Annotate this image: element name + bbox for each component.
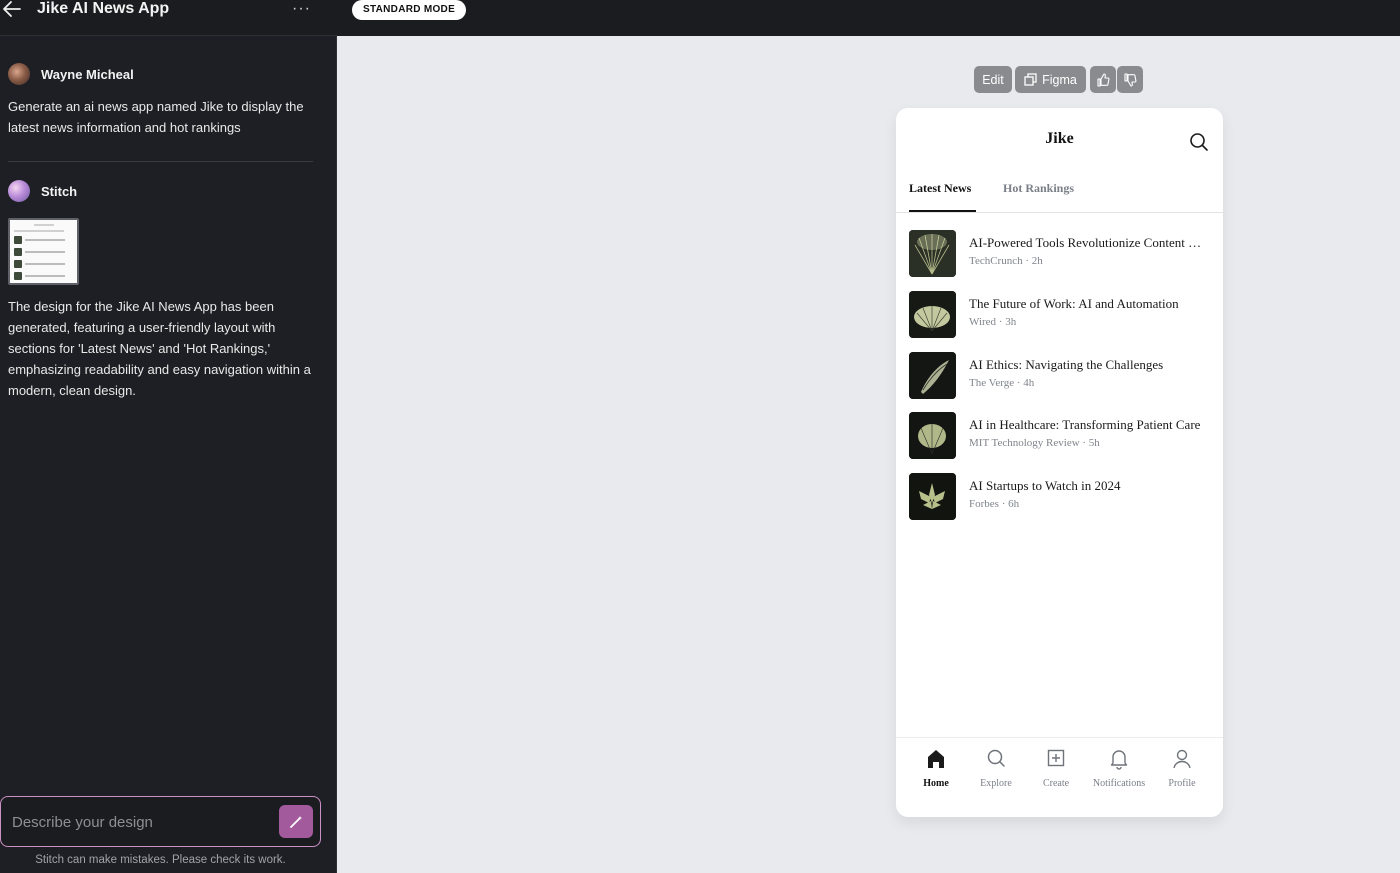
news-item[interactable]: AI-Powered Tools Revolutionize Content C… bbox=[909, 230, 1209, 278]
user-name: Wayne Micheal bbox=[41, 66, 134, 82]
news-title: AI-Powered Tools Revolutionize Content C… bbox=[969, 235, 1209, 250]
thumbs-down-button[interactable] bbox=[1117, 66, 1143, 93]
app-title: Jike bbox=[1045, 130, 1074, 147]
thumbs-up-icon bbox=[1097, 72, 1110, 87]
nav-label: Notifications bbox=[1092, 778, 1146, 789]
home-icon bbox=[928, 750, 944, 768]
magic-wand-icon bbox=[290, 815, 302, 828]
plus-square-icon bbox=[1047, 749, 1065, 767]
assistant-message-header: Stitch bbox=[8, 180, 77, 202]
news-item[interactable]: AI in Healthcare: Transforming Patient C… bbox=[909, 412, 1209, 460]
news-meta: The Verge · 4h bbox=[969, 377, 1035, 389]
back-arrow-icon[interactable] bbox=[2, 0, 24, 20]
news-title: AI Startups to Watch in 2024 bbox=[969, 478, 1121, 493]
disclaimer: Stitch can make mistakes. Please check i… bbox=[35, 854, 286, 866]
figma-button[interactable]: Figma bbox=[1015, 66, 1086, 93]
assistant-message: The design for the Jike AI News App has … bbox=[8, 299, 311, 398]
divider bbox=[8, 161, 313, 162]
news-thumbnail bbox=[909, 230, 956, 277]
divider bbox=[896, 737, 1223, 738]
thumbnail-detail bbox=[14, 248, 73, 256]
chat-sidebar: Wayne Micheal Generate an ai news app na… bbox=[0, 36, 337, 873]
assistant-name: Stitch bbox=[41, 183, 78, 199]
search-icon[interactable] bbox=[1189, 132, 1209, 157]
news-meta: Wired · 3h bbox=[969, 316, 1017, 328]
tab-latest-news[interactable]: Latest News bbox=[909, 181, 971, 196]
thumbnail-detail bbox=[14, 236, 73, 244]
avatar bbox=[8, 180, 30, 202]
prompt-box bbox=[0, 796, 321, 847]
mode-badge[interactable]: STANDARD MODE bbox=[352, 0, 467, 20]
news-thumbnail bbox=[909, 412, 956, 459]
generate-button[interactable] bbox=[279, 805, 313, 838]
design-thumbnail[interactable] bbox=[8, 218, 79, 285]
more-options-icon[interactable]: ··· bbox=[292, 0, 311, 18]
thumbnail-detail bbox=[14, 230, 64, 232]
news-item[interactable]: AI Startups to Watch in 2024 Forbes · 6h bbox=[909, 473, 1209, 521]
phone-preview: Jike Latest News Hot Rankings AI-Powered… bbox=[896, 108, 1223, 817]
news-thumbnail bbox=[909, 352, 956, 399]
edit-button[interactable]: Edit bbox=[974, 66, 1012, 93]
nav-label: Profile bbox=[1168, 778, 1196, 789]
news-meta: MIT Technology Review · 5h bbox=[969, 437, 1100, 449]
top-bar: Jike AI News App ··· STANDARD MODE bbox=[0, 0, 1400, 36]
user-message-header: Wayne Micheal bbox=[8, 63, 134, 85]
project-title: Jike AI News App bbox=[37, 0, 170, 17]
news-title: AI Ethics: Navigating the Challenges bbox=[969, 357, 1164, 372]
news-thumbnail bbox=[909, 291, 956, 338]
thumbs-up-button[interactable] bbox=[1090, 66, 1116, 93]
news-title: AI in Healthcare: Transforming Patient C… bbox=[969, 417, 1201, 432]
news-meta: Forbes · 6h bbox=[969, 498, 1020, 510]
nav-profile[interactable]: Profile bbox=[1147, 748, 1217, 789]
news-meta: TechCrunch · 2h bbox=[969, 255, 1043, 267]
news-item[interactable]: The Future of Work: AI and Automation Wi… bbox=[909, 291, 1209, 339]
user-message: Generate an ai news app named Jike to di… bbox=[8, 99, 304, 135]
nav-label: Create bbox=[1042, 778, 1070, 789]
copy-icon bbox=[1024, 73, 1037, 86]
news-title: The Future of Work: AI and Automation bbox=[969, 296, 1179, 311]
thumbnail-detail bbox=[14, 272, 73, 280]
news-item[interactable]: AI Ethics: Navigating the Challenges The… bbox=[909, 352, 1209, 400]
thumbnail-detail bbox=[14, 260, 73, 268]
thumbs-down-icon bbox=[1124, 72, 1137, 87]
divider bbox=[896, 212, 1223, 213]
thumbnail-detail bbox=[33, 224, 54, 226]
user-icon bbox=[1173, 749, 1191, 769]
bell-icon bbox=[1110, 750, 1128, 770]
figma-label: Figma bbox=[1042, 72, 1077, 87]
avatar bbox=[8, 63, 30, 85]
search-icon bbox=[987, 749, 1005, 767]
nav-notifications[interactable]: Notifications bbox=[1084, 748, 1154, 789]
news-thumbnail bbox=[909, 473, 956, 520]
tab-hot-rankings[interactable]: Hot Rankings bbox=[1003, 181, 1074, 196]
nav-create[interactable]: Create bbox=[1021, 748, 1091, 789]
prompt-input[interactable] bbox=[12, 811, 262, 833]
